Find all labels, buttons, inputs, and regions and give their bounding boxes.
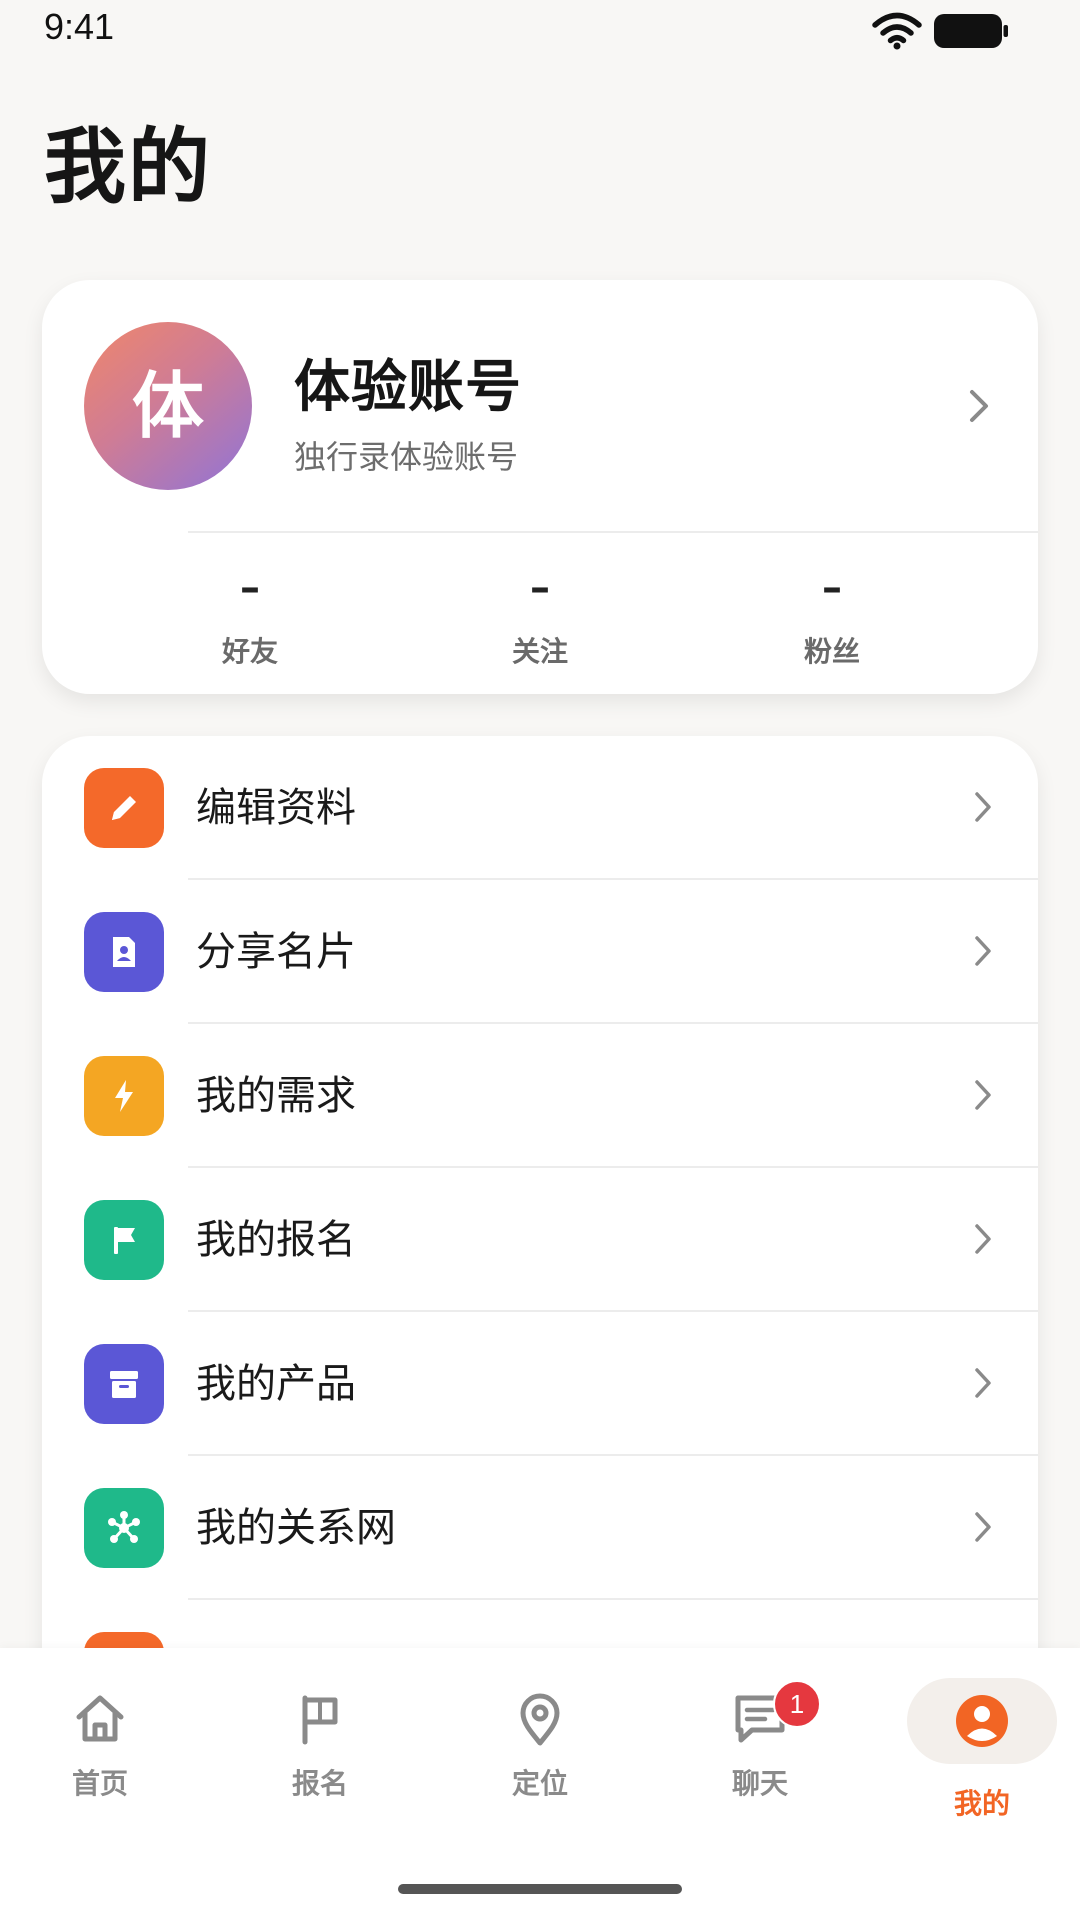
profile-subtitle: 独行录体验账号 <box>294 438 519 476</box>
menu-item-my-signups[interactable]: 我的报名 <box>42 1168 1038 1312</box>
status-time: 9:41 <box>44 6 115 47</box>
avatar[interactable]: 体 <box>84 322 252 490</box>
status-bar: 9:41 <box>0 0 1080 64</box>
nav-label: 我的 <box>953 1787 1010 1820</box>
menu-item-label: 我的产品 <box>196 1361 356 1407</box>
menu-item-label: 我的需求 <box>196 1073 356 1119</box>
location-pin-icon <box>520 1693 560 1746</box>
stat-following[interactable]: – 关注 <box>440 560 640 670</box>
chevron-right-icon <box>975 792 991 822</box>
stat-friends[interactable]: – 好友 <box>150 560 350 670</box>
menu-card: 编辑资料 分享名片 我的需求 我的报名 我的产品 我的关系网 <box>42 736 1038 1736</box>
menu-item-label: 我的报名 <box>196 1217 356 1263</box>
stat-value: – <box>240 565 260 611</box>
chevron-right-icon <box>975 1512 991 1542</box>
menu-item-my-needs[interactable]: 我的需求 <box>42 1024 1038 1168</box>
battery-icon <box>934 14 1008 48</box>
chevron-right-icon <box>975 1368 991 1398</box>
home-icon <box>76 1695 124 1742</box>
divider <box>188 531 1038 533</box>
menu-item-label: 我的关系网 <box>196 1505 396 1551</box>
wifi-icon <box>872 12 922 50</box>
nav-label: 首页 <box>71 1767 128 1800</box>
nav-signup[interactable]: 报名 <box>245 1680 395 1816</box>
archive-box-icon <box>84 1344 164 1424</box>
nav-label: 定位 <box>511 1767 568 1800</box>
network-icon <box>84 1488 164 1568</box>
unread-badge: 1 <box>773 1680 821 1728</box>
chevron-right-icon <box>975 936 991 966</box>
contact-card-icon <box>84 912 164 992</box>
page-title: 我的 <box>44 120 213 215</box>
menu-item-my-network[interactable]: 我的关系网 <box>42 1456 1038 1600</box>
bottom-nav: 首页 报名 定位 1 聊天 我的 <box>0 1648 1080 1920</box>
flag-icon <box>84 1200 164 1280</box>
menu-item-edit-profile[interactable]: 编辑资料 <box>42 736 1038 880</box>
profile-card[interactable]: 体 体验账号 独行录体验账号 – 好友 – 关注 – 粉丝 <box>42 280 1038 694</box>
stat-label: 关注 <box>511 635 568 668</box>
nav-label: 聊天 <box>731 1767 788 1800</box>
nav-location[interactable]: 定位 <box>465 1680 615 1816</box>
home-indicator <box>398 1884 682 1894</box>
stat-value: – <box>530 565 550 611</box>
profile-screen: 9:41 我的 体 体验账号 独行录体验账号 – 好友 – 关注 – 粉丝 编辑… <box>0 0 1080 1920</box>
nav-label: 报名 <box>291 1767 348 1800</box>
stat-label: 粉丝 <box>803 635 860 668</box>
chevron-right-icon <box>975 1080 991 1110</box>
stat-label: 好友 <box>221 635 278 668</box>
profile-name: 体验账号 <box>294 355 522 420</box>
lightning-icon <box>84 1056 164 1136</box>
pencil-icon <box>84 768 164 848</box>
chevron-right-icon[interactable] <box>962 386 996 426</box>
menu-item-my-products[interactable]: 我的产品 <box>42 1312 1038 1456</box>
flag-icon <box>302 1695 338 1745</box>
menu-item-label: 编辑资料 <box>196 785 356 831</box>
nav-profile[interactable]: 我的 <box>907 1678 1057 1820</box>
nav-chat[interactable]: 1 聊天 <box>685 1680 835 1816</box>
stat-followers[interactable]: – 粉丝 <box>732 560 932 670</box>
chevron-right-icon <box>975 1224 991 1254</box>
user-circle-icon <box>956 1695 1008 1747</box>
menu-item-share-card[interactable]: 分享名片 <box>42 880 1038 1024</box>
stat-value: – <box>822 565 842 611</box>
nav-home[interactable]: 首页 <box>25 1680 175 1816</box>
menu-item-label: 分享名片 <box>196 929 356 975</box>
